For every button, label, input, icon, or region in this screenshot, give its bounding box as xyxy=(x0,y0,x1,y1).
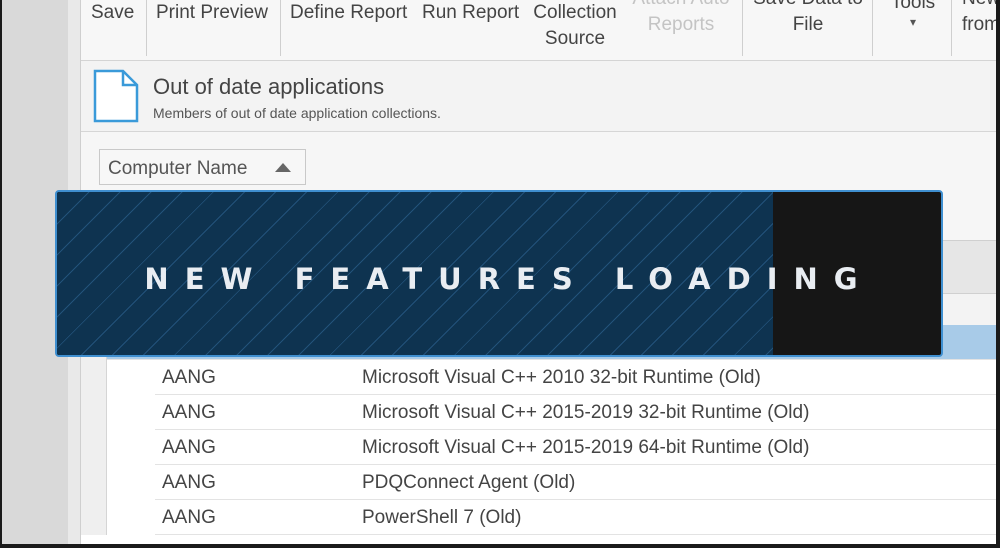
row-selector[interactable] xyxy=(81,465,107,500)
save-data-label-1: Save Data to xyxy=(748,0,868,12)
row-indent xyxy=(107,395,155,430)
run-report-label: Run Report xyxy=(422,2,520,23)
toolbar-divider xyxy=(280,0,281,56)
sort-column-label: Computer Name xyxy=(108,158,248,179)
sort-column-chip[interactable]: Computer Name xyxy=(99,149,306,185)
define-report-label: Define Report xyxy=(290,2,408,23)
table-row[interactable]: AANG PowerShell 7 (Old) xyxy=(81,500,996,535)
report-title: Out of date applications xyxy=(153,74,385,99)
row-selector[interactable] xyxy=(81,395,107,430)
sort-ascending-icon[interactable] xyxy=(275,163,291,172)
report-header: Out of date applications Members of out … xyxy=(81,61,996,132)
application-cell: PowerShell 7 (Old) xyxy=(362,507,522,528)
application-cell: Microsoft Visual C++ 2015-2019 64-bit Ru… xyxy=(362,437,810,458)
results-grid: AANG Microsoft Visual C++ 2010 32-bit Ru… xyxy=(81,325,996,544)
computer-name-cell: AANG xyxy=(162,437,216,458)
print-preview-label: Print Preview xyxy=(156,2,268,23)
collection-source-label-1: Collection xyxy=(533,2,617,23)
computer-name-cell: AANG xyxy=(162,472,216,493)
tools-menu-button[interactable]: Tools ▾ xyxy=(881,0,945,46)
save-data-label-2: File xyxy=(792,14,824,35)
collection-source-label-2: Source xyxy=(544,28,606,49)
row-selector[interactable] xyxy=(81,500,107,535)
collection-source-button[interactable]: Collection Source xyxy=(530,0,620,56)
toolbar: Save Print Preview Define Report Run Rep… xyxy=(81,0,996,61)
define-report-button[interactable]: Define Report xyxy=(290,0,407,56)
toolbar-divider xyxy=(146,0,147,56)
print-preview-button[interactable]: Print Preview xyxy=(156,0,268,56)
attach-auto-label-1: Attach Auto xyxy=(626,0,736,12)
row-indent xyxy=(107,465,155,500)
table-row[interactable]: AANG Microsoft Visual C++ 2015-2019 64-b… xyxy=(81,430,996,465)
computer-name-cell: AANG xyxy=(162,402,216,423)
save-label: Save xyxy=(91,2,135,23)
attach-auto-label-2: Reports xyxy=(647,14,715,35)
document-icon xyxy=(93,69,139,123)
table-row[interactable]: AANG Microsoft Visual C++ 2010 32-bit Ru… xyxy=(81,360,996,395)
tools-label: Tools xyxy=(890,0,936,13)
loading-banner: NEW FEATURES LOADING xyxy=(55,190,943,357)
row-indent xyxy=(107,430,155,465)
loading-banner-text: NEW FEATURES LOADING xyxy=(144,262,874,296)
save-button[interactable]: Save xyxy=(91,0,134,56)
attach-auto-reports-button[interactable]: Attach Auto Reports xyxy=(626,0,736,42)
row-selector[interactable] xyxy=(81,360,107,395)
save-data-to-file-button[interactable]: Save Data to File xyxy=(748,0,868,42)
row-selector[interactable] xyxy=(81,430,107,465)
new-from-label-2: from xyxy=(962,14,998,35)
computer-name-cell: AANG xyxy=(162,367,216,388)
run-report-button[interactable]: Run Report xyxy=(422,0,519,56)
row-indent xyxy=(107,360,155,395)
new-from-label-1: New xyxy=(951,0,996,12)
dropdown-arrow-icon: ▾ xyxy=(909,15,917,29)
new-from-button[interactable]: New from xyxy=(951,0,998,42)
application-cell: Microsoft Visual C++ 2015-2019 32-bit Ru… xyxy=(362,402,810,423)
application-cell: Microsoft Visual C++ 2010 32-bit Runtime… xyxy=(362,367,761,388)
table-row[interactable]: AANG PDQConnect Agent (Old) xyxy=(81,465,996,500)
toolbar-divider xyxy=(872,0,873,56)
table-row[interactable]: AANG Microsoft Visual C++ 2015-2019 32-b… xyxy=(81,395,996,430)
computer-name-cell: AANG xyxy=(162,507,216,528)
report-description: Members of out of date application colle… xyxy=(153,105,441,121)
application-cell: PDQConnect Agent (Old) xyxy=(362,472,576,493)
toolbar-divider xyxy=(742,0,743,56)
row-indent xyxy=(107,500,155,535)
